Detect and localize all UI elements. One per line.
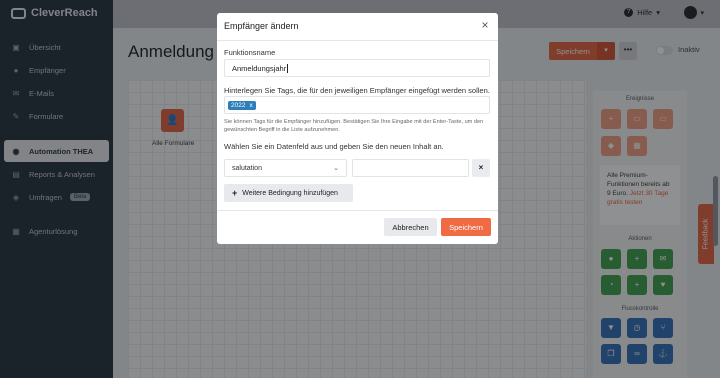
close-icon[interactable]: × [478,18,492,32]
add-condition-label: Weitere Bedingung hinzufügen [242,189,338,197]
tags-input[interactable]: 2022 x [224,96,490,114]
edit-recipient-dialog: Empfänger ändern × Funktionsname Anmeldu… [217,13,498,244]
tag-chip: 2022 x [228,100,256,110]
add-condition-button[interactable]: + Weitere Bedingung hinzufügen [224,184,353,202]
save-dialog-button[interactable]: Speichern [441,218,491,236]
text-cursor [287,63,289,73]
tag-remove-icon[interactable]: x [249,102,252,109]
divider [217,40,498,41]
function-name-input[interactable]: Anmeldungsjahr [224,59,490,77]
plus-icon: + [232,188,238,198]
tags-hint: Sie können Tags für die Empfänger hinzuf… [224,119,484,134]
new-value-input[interactable] [352,159,469,177]
dialog-title: Empfänger ändern [224,21,299,31]
tag-label: 2022 [231,101,246,109]
field-label: Wählen Sie ein Datenfeld aus und geben S… [224,142,444,151]
chevron-down-icon: ⌄ [333,165,339,172]
divider [217,210,498,211]
datafield-value: salutation [232,164,262,172]
tags-label: Hinterlegen Sie Tags, die für den jeweil… [224,86,490,95]
datafield-select[interactable]: salutation ⌄ [224,159,347,177]
remove-condition-button[interactable]: × [472,159,490,177]
function-name-label: Funktionsname [224,48,276,57]
cancel-button[interactable]: Abbrechen [384,218,437,236]
function-name-value: Anmeldungsjahr [232,63,287,73]
